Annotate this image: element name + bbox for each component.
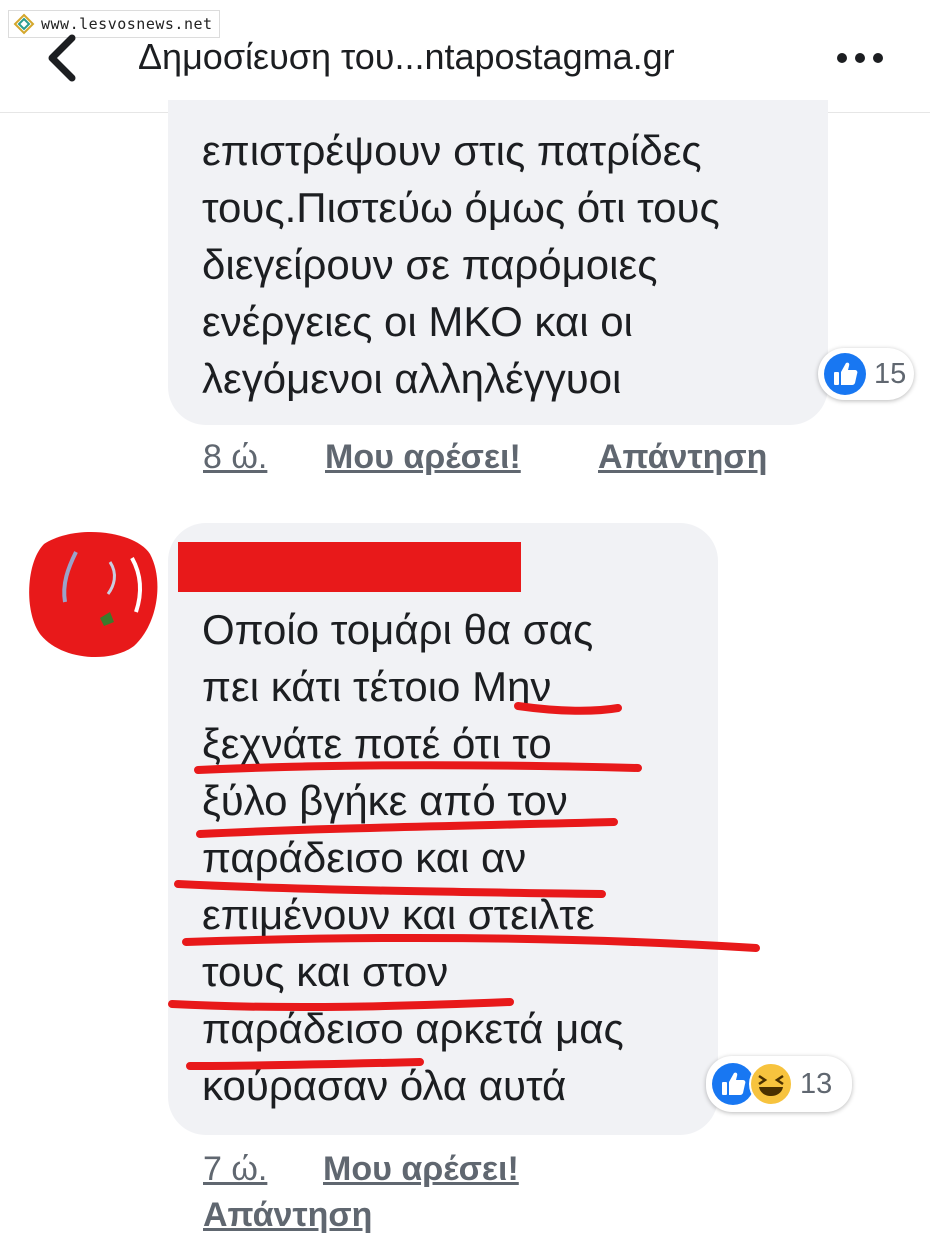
reply-link[interactable]: Απάντηση <box>598 438 767 477</box>
comment-line: παράδεισο και αν <box>202 834 527 881</box>
comment-line: ξεχνάτε ποτέ ότι το <box>202 720 552 767</box>
chevron-left-icon[interactable] <box>38 30 88 86</box>
comment-line: παράδεισο αρκετά μας <box>202 1005 624 1052</box>
comment-text: Οποίο τομάρι θα σας πει κάτι τέτοιο Μην ξε… <box>202 601 624 1114</box>
comment-line: ξύλο βγήκε από τον <box>202 777 568 824</box>
haha-icon <box>749 1062 793 1106</box>
more-dots-icon[interactable] <box>832 40 888 76</box>
top-bar: www.lesvosnews.net Δημοσίευση του...ntap… <box>0 0 930 113</box>
comment-timestamp: 8 ώ. <box>203 438 268 476</box>
reaction-count: 13 <box>800 1067 833 1100</box>
comment-line: λεγόμενοι αλληλέγγυοι <box>202 355 622 402</box>
author-name-redacted[interactable] <box>178 542 521 592</box>
reaction-count: 15 <box>874 357 907 390</box>
comment-text: επιστρέψουν στις πατρίδες τους.Πιστεύω όμ… <box>202 122 720 407</box>
comment-timestamp: 7 ώ. <box>203 1150 268 1188</box>
reaction-summary[interactable]: 15 <box>818 348 914 400</box>
reply-link[interactable]: Απάντηση <box>203 1196 372 1235</box>
comment-line: τους και στον <box>202 948 449 995</box>
comment-line: τους.Πιστεύω όμως ότι τους <box>202 184 720 231</box>
comment-line: επιμένουν και στειλτε <box>202 891 595 938</box>
page-title: Δημοσίευση του...ntapostagma.gr <box>138 36 675 77</box>
comment-line: διεγείρουν σε παρόμοιες <box>202 241 658 288</box>
like-icon <box>824 353 866 395</box>
like-link[interactable]: Μου αρέσει! <box>325 438 521 477</box>
reaction-summary[interactable]: 13 <box>706 1056 852 1112</box>
avatar-redacted[interactable] <box>22 522 162 662</box>
like-link[interactable]: Μου αρέσει! <box>323 1150 519 1189</box>
comment-line: πει κάτι τέτοιο Μην <box>202 663 552 710</box>
comment-line: επιστρέψουν στις πατρίδες <box>202 127 702 174</box>
lesvosnews-logo-icon <box>13 13 35 35</box>
comment-line: κούρασαν όλα αυτά <box>202 1062 567 1109</box>
comment-line: ενέργειες οι ΜΚΟ και οι <box>202 298 633 345</box>
comment-line: Οποίο τομάρι θα σας <box>202 606 594 653</box>
